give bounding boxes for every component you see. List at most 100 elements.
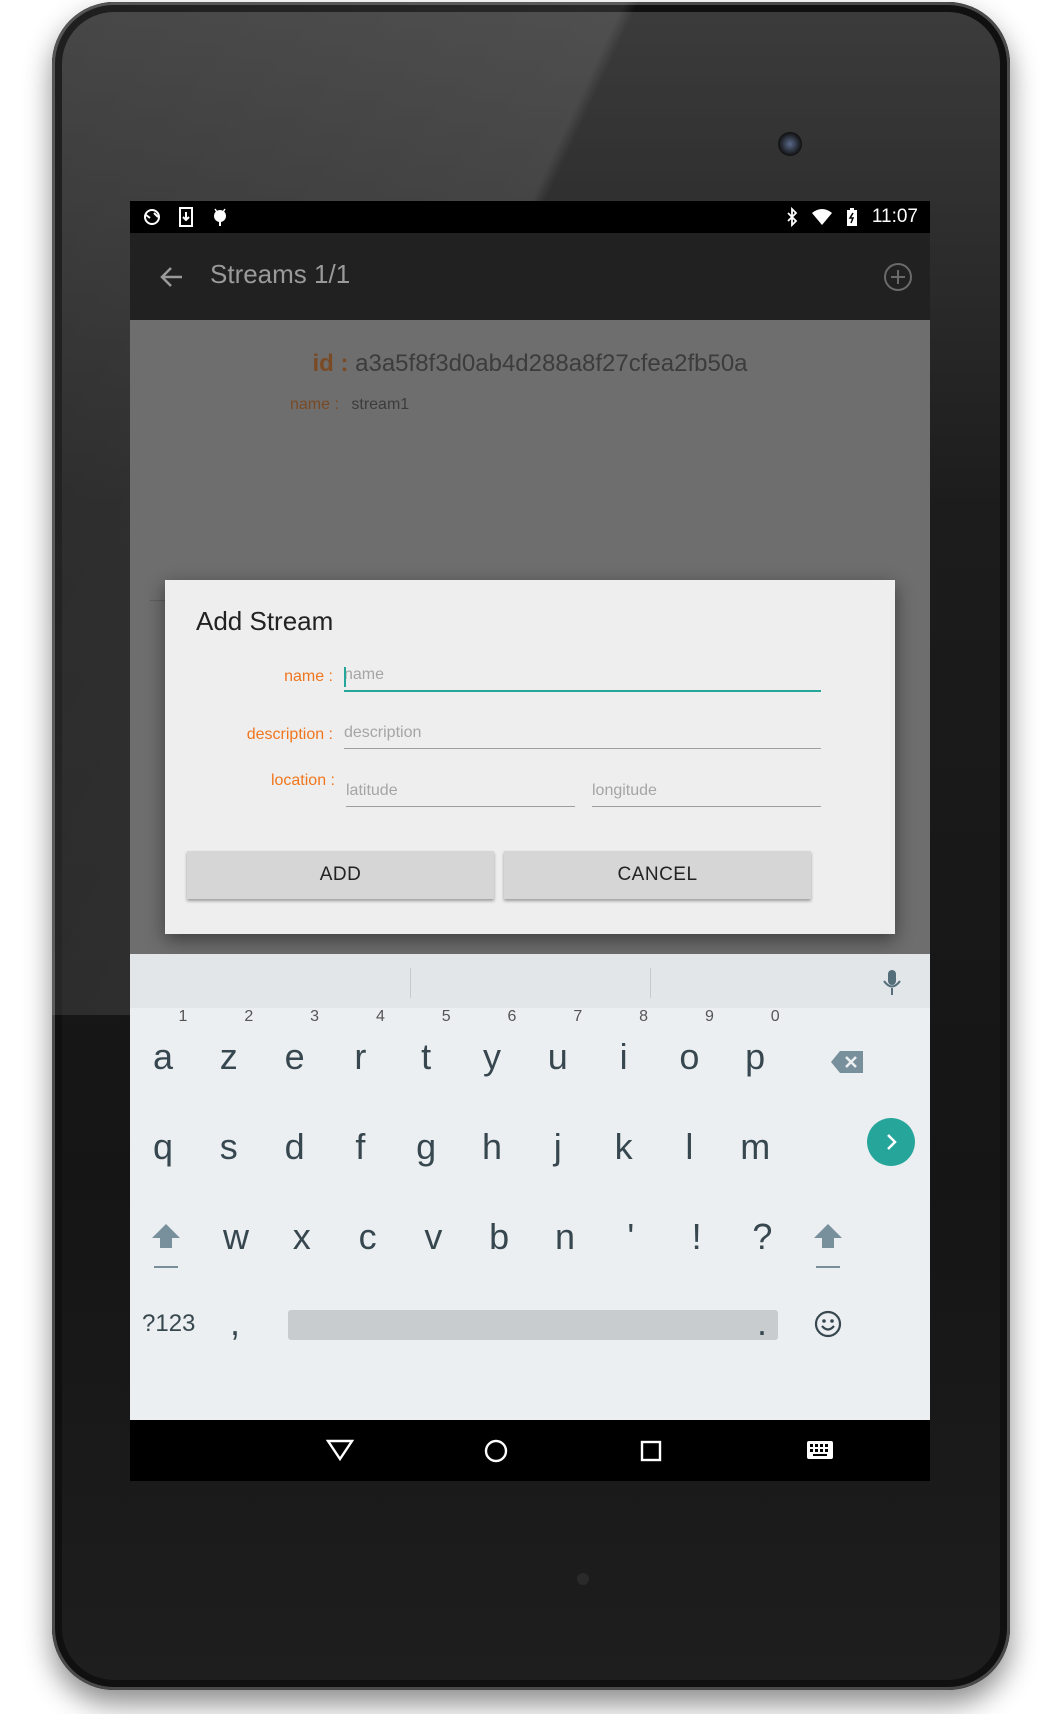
key-label: r — [354, 1036, 367, 1077]
key-hint: 3 — [310, 1008, 320, 1025]
key-l[interactable]: l — [654, 1126, 724, 1168]
key-q[interactable]: q — [130, 1126, 198, 1168]
key-apostrophe[interactable]: ' — [596, 1216, 666, 1258]
navigation-bar — [130, 1420, 930, 1481]
add-stream-dialog: Add Stream name : description : location… — [165, 580, 895, 934]
key-label: u — [547, 1036, 568, 1077]
shift-left-icon[interactable] — [150, 1220, 182, 1272]
key-z[interactable]: 2z — [194, 1008, 264, 1078]
key-c[interactable]: c — [333, 1216, 403, 1258]
android-icon — [214, 208, 226, 226]
screen: 11:07 Streams 1/1 id : a3a5f8f3d0ab4d288… — [130, 201, 930, 1481]
emoji-icon[interactable] — [814, 1310, 842, 1338]
key-hint: 2 — [244, 1008, 254, 1025]
suggestion-strip — [130, 954, 930, 1008]
key-label: e — [284, 1036, 305, 1077]
key-r[interactable]: 4r — [325, 1008, 395, 1078]
key-j[interactable]: j — [523, 1126, 593, 1168]
stream-id-value: a3a5f8f3d0ab4d288a8f27cfea2fb50a — [355, 350, 748, 377]
name-label: name : — [284, 668, 333, 685]
key-n[interactable]: n — [530, 1216, 600, 1258]
key-a[interactable]: 1a — [130, 1008, 198, 1078]
app-toolbar: Streams 1/1 — [130, 233, 930, 320]
text-cursor — [344, 667, 346, 687]
bluetooth-icon — [787, 207, 798, 227]
key-hint: 5 — [441, 1008, 451, 1025]
key-hint: 8 — [639, 1008, 649, 1025]
add-button[interactable]: ADD — [187, 851, 494, 899]
key-label: a — [152, 1036, 174, 1077]
key-hint: 4 — [375, 1008, 385, 1025]
sync-icon — [144, 209, 160, 225]
microphone-icon[interactable] — [880, 968, 904, 996]
stream-name-value: stream1 — [351, 396, 410, 413]
key-exclamation[interactable]: ! — [662, 1216, 732, 1258]
description-label: description : — [246, 726, 333, 743]
dialog-title: Add Stream — [196, 606, 334, 636]
key-hint: 1 — [178, 1008, 188, 1025]
key-f[interactable]: f — [325, 1126, 395, 1168]
key-label: y — [483, 1036, 501, 1077]
soft-keyboard: 1a2z3e4r5t6y7u8i9o0p qsdfghjklm w x c v b n '!… — [130, 954, 930, 1420]
cancel-button[interactable]: CANCEL — [504, 851, 811, 899]
key-question[interactable]: ? — [727, 1216, 797, 1258]
key-t[interactable]: 5t — [391, 1008, 461, 1078]
key-hint: 6 — [507, 1008, 517, 1025]
key-d[interactable]: d — [260, 1126, 330, 1168]
key-i[interactable]: 8i — [589, 1008, 659, 1078]
latitude-input[interactable] — [346, 782, 575, 807]
stream-list: id : a3a5f8f3d0ab4d288a8f27cfea2fb50a na… — [130, 320, 930, 954]
key-y[interactable]: 6y — [457, 1008, 527, 1078]
key-m[interactable]: m — [720, 1126, 790, 1168]
period-key[interactable]: . — [727, 1302, 797, 1344]
front-camera — [778, 132, 802, 156]
keyboard-icon[interactable] — [806, 1440, 834, 1460]
download-icon — [179, 207, 193, 227]
key-label: i — [619, 1036, 628, 1077]
description-input[interactable] — [344, 724, 821, 749]
key-e[interactable]: 3e — [260, 1008, 330, 1078]
suggestion-divider — [650, 968, 651, 998]
space-key[interactable] — [288, 1310, 778, 1340]
key-v[interactable]: v — [398, 1216, 468, 1258]
key-hint: 7 — [573, 1008, 583, 1025]
longitude-input[interactable] — [592, 782, 821, 807]
symbols-key[interactable]: ?123 — [142, 1310, 195, 1338]
comma-key[interactable]: , — [200, 1302, 270, 1344]
add-circle-icon[interactable] — [882, 261, 914, 293]
key-label: p — [745, 1036, 766, 1077]
stream-id-row: id : a3a5f8f3d0ab4d288a8f27cfea2fb50a — [130, 350, 930, 378]
key-o[interactable]: 9o — [654, 1008, 724, 1078]
key-k[interactable]: k — [589, 1126, 659, 1168]
key-x[interactable]: x — [267, 1216, 337, 1258]
light-sensor — [577, 1573, 589, 1585]
stream-name-row: name : stream1 — [290, 396, 409, 414]
suggestion-divider — [410, 968, 411, 998]
wifi-icon — [811, 209, 832, 225]
key-p[interactable]: 0p — [720, 1008, 790, 1078]
stream-name-label: name : — [290, 396, 339, 413]
key-h[interactable]: h — [457, 1126, 527, 1168]
key-s[interactable]: s — [194, 1126, 264, 1168]
name-input[interactable] — [344, 666, 821, 692]
battery-charging-icon — [846, 208, 857, 226]
key-b[interactable]: b — [464, 1216, 534, 1258]
recents-square-icon[interactable] — [640, 1440, 662, 1462]
key-label: z — [219, 1036, 238, 1077]
key-hint: 9 — [704, 1008, 714, 1025]
shift-right-icon[interactable] — [812, 1220, 844, 1272]
location-label: location : — [270, 772, 335, 789]
status-bar: 11:07 — [130, 201, 930, 233]
backspace-icon[interactable] — [830, 1050, 864, 1074]
key-u[interactable]: 7u — [523, 1008, 593, 1078]
key-w[interactable]: w — [201, 1216, 271, 1258]
arrow-back-icon[interactable] — [158, 263, 186, 291]
home-circle-icon[interactable] — [483, 1438, 509, 1464]
toolbar-title: Streams 1/1 — [210, 259, 351, 289]
status-time: 11:07 — [871, 206, 918, 227]
back-triangle-icon[interactable] — [326, 1438, 354, 1462]
chevron-right-icon — [887, 1134, 897, 1150]
enter-button[interactable] — [867, 1118, 915, 1166]
key-g[interactable]: g — [391, 1126, 461, 1168]
stream-id-label: id : — [312, 350, 349, 377]
